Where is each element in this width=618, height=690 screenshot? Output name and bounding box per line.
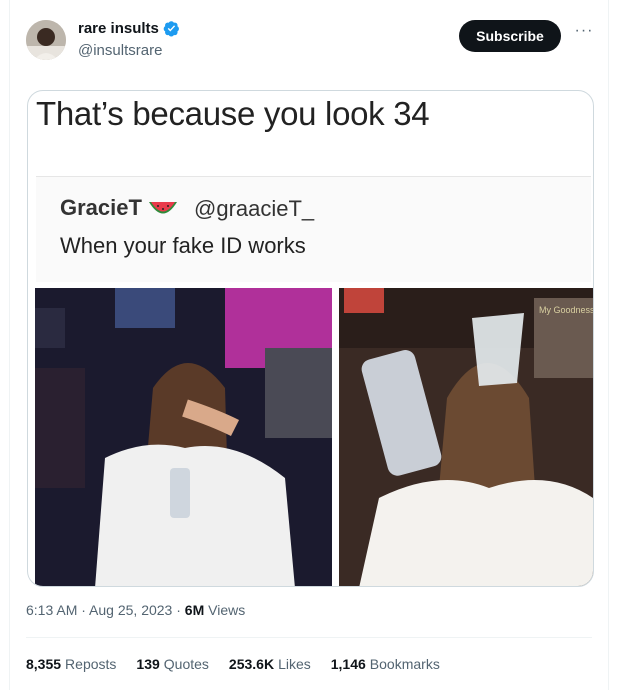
reposts-stat[interactable]: 8,355 Reposts xyxy=(26,656,116,672)
reposts-count: 8,355 xyxy=(26,656,62,672)
quotes-stat[interactable]: 139 Quotes xyxy=(136,656,209,672)
author-name-row[interactable]: rare insults xyxy=(78,20,180,37)
meta-separator: · xyxy=(176,602,185,618)
bookmarks-label: Bookmarks xyxy=(369,656,440,672)
embedded-tweet-name: GracieT xyxy=(60,195,142,220)
views-count: 6M xyxy=(184,602,205,618)
author-name[interactable]: rare insults xyxy=(78,20,159,37)
meta-separator: · xyxy=(81,602,90,618)
bookmarks-stat[interactable]: 1,146 Bookmarks xyxy=(331,656,440,672)
engagement-stats: 8,355 Reposts 139 Quotes 253.6K Likes 1,… xyxy=(26,656,460,672)
embedded-tweet-text: When your fake ID works xyxy=(60,233,306,258)
avatar[interactable] xyxy=(26,20,66,60)
more-options-icon[interactable]: ··· xyxy=(574,23,594,44)
verified-badge-icon xyxy=(163,21,179,37)
bookmarks-count: 1,146 xyxy=(330,656,366,672)
tweet-meta: 6:13 AM · Aug 25, 2023 · 6M Views xyxy=(26,602,245,618)
watermelon-icon xyxy=(148,202,177,214)
divider xyxy=(26,637,592,638)
photo-sign-text: My Goodness My Cup xyxy=(539,305,593,315)
photo-bar-left xyxy=(35,288,332,586)
likes-count: 253.6K xyxy=(228,656,275,672)
likes-label: Likes xyxy=(278,656,311,672)
subscribe-button[interactable]: Subscribe xyxy=(459,20,561,52)
embedded-tweet: GracieT @graacieT_ When your fake ID wor… xyxy=(36,176,591,282)
tweet-media[interactable]: That’s because you look 34 GracieT @graa… xyxy=(27,90,594,587)
quotes-label: Quotes xyxy=(163,656,209,672)
meme-caption: That’s because you look 34 xyxy=(36,95,430,132)
reposts-label: Reposts xyxy=(65,656,117,672)
quotes-count: 139 xyxy=(136,656,160,672)
photo-bar-right: My Goodness My Cup xyxy=(339,288,593,586)
likes-stat[interactable]: 253.6K Likes xyxy=(229,656,311,672)
tweet-date[interactable]: Aug 25, 2023 xyxy=(89,602,172,618)
avatar-image xyxy=(26,20,66,60)
tweet-time[interactable]: 6:13 AM xyxy=(26,602,77,618)
embedded-tweet-name-row: GracieT xyxy=(60,195,178,221)
author-handle[interactable]: @insultsrare xyxy=(78,42,162,59)
views-label: Views xyxy=(208,602,246,618)
embedded-tweet-handle: @graacieT_ xyxy=(194,196,315,221)
